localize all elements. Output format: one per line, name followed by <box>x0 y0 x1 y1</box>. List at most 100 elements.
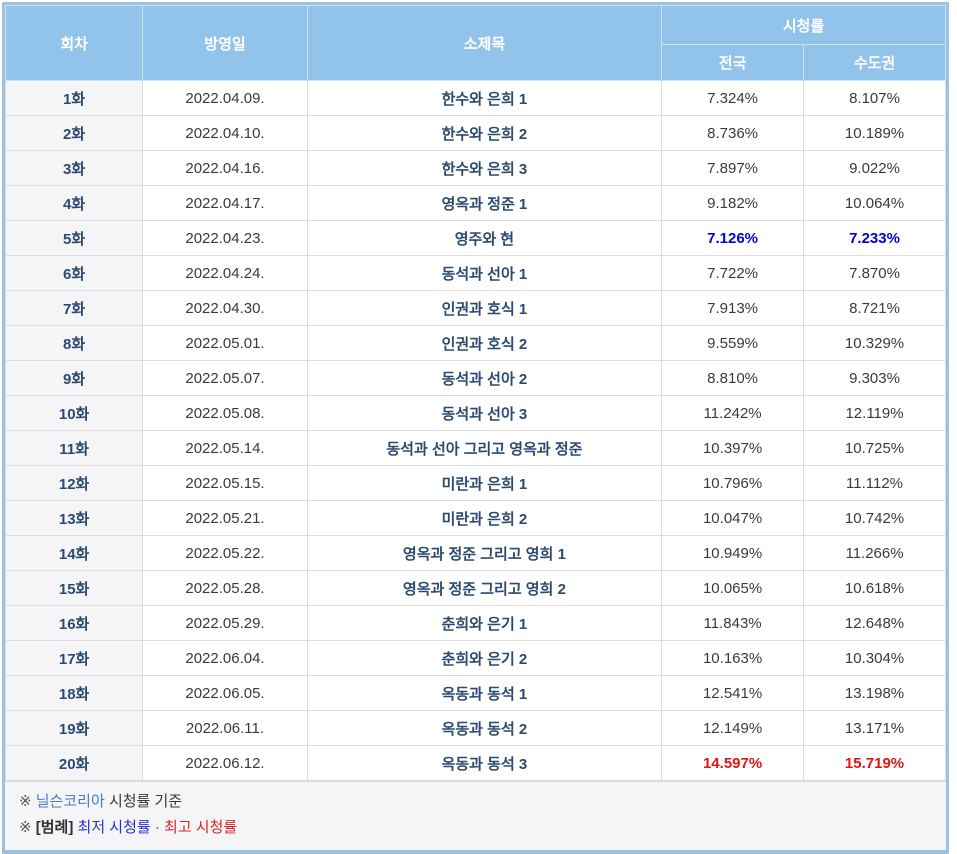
rating-capital-cell: 13.171% <box>804 711 946 746</box>
air-date-cell: 2022.05.08. <box>143 396 308 431</box>
episode-cell: 12화 <box>6 466 143 501</box>
ratings-table-container: 회차 방영일 소제목 시청률 전국 수도권 1화 2022.04.09. 한수와… <box>2 2 949 854</box>
rating-capital-cell: 10.189% <box>804 116 946 151</box>
episode-cell: 15화 <box>6 571 143 606</box>
episode-cell: 1화 <box>6 81 143 116</box>
subtitle-cell: 인권과 호식 2 <box>307 326 661 361</box>
rating-nationwide-cell: 10.047% <box>662 501 804 536</box>
episode-cell: 8화 <box>6 326 143 361</box>
footnote-source-line: ※ 닐슨코리아 시청률 기준 <box>19 789 932 815</box>
col-header-nationwide: 전국 <box>662 45 804 81</box>
episode-cell: 14화 <box>6 536 143 571</box>
page: 회차 방영일 소제목 시청률 전국 수도권 1화 2022.04.09. 한수와… <box>0 0 957 795</box>
rating-nationwide-cell: 14.597% <box>662 746 804 781</box>
table-row: 5화 2022.04.23. 영주와 현 7.126% 7.233% <box>6 221 946 256</box>
air-date-cell: 2022.06.11. <box>143 711 308 746</box>
rating-capital-cell: 9.303% <box>804 361 946 396</box>
rating-nationwide-cell: 7.722% <box>662 256 804 291</box>
rating-nationwide-cell: 11.843% <box>662 606 804 641</box>
subtitle-cell: 영옥과 정준 그리고 영희 1 <box>307 536 661 571</box>
rating-capital-cell: 8.107% <box>804 81 946 116</box>
subtitle-cell: 한수와 은희 3 <box>307 151 661 186</box>
table-row: 15화 2022.05.28. 영옥과 정준 그리고 영희 2 10.065% … <box>6 571 946 606</box>
subtitle-cell: 춘희와 은기 2 <box>307 641 661 676</box>
subtitle-cell: 옥동과 동석 3 <box>307 746 661 781</box>
episode-cell: 4화 <box>6 186 143 221</box>
legend-label: [범례] <box>36 819 74 836</box>
nielsen-korea-link[interactable]: 닐슨코리아 <box>36 793 105 810</box>
legend-min-rating: 최저 시청률 <box>78 819 151 836</box>
table-row: 7화 2022.04.30. 인권과 호식 1 7.913% 8.721% <box>6 291 946 326</box>
rating-nationwide-cell: 7.897% <box>662 151 804 186</box>
subtitle-cell: 동석과 선아 3 <box>307 396 661 431</box>
col-header-capital-area: 수도권 <box>804 45 946 81</box>
rating-nationwide-cell: 7.324% <box>662 81 804 116</box>
subtitle-cell: 영옥과 정준 1 <box>307 186 661 221</box>
episode-cell: 19화 <box>6 711 143 746</box>
air-date-cell: 2022.05.28. <box>143 571 308 606</box>
air-date-cell: 2022.04.23. <box>143 221 308 256</box>
rating-nationwide-cell: 10.949% <box>662 536 804 571</box>
rating-nationwide-cell: 7.126% <box>662 221 804 256</box>
subtitle-cell: 동석과 선아 1 <box>307 256 661 291</box>
rating-nationwide-cell: 10.065% <box>662 571 804 606</box>
rating-nationwide-cell: 8.736% <box>662 116 804 151</box>
subtitle-cell: 동석과 선아 그리고 영옥과 정준 <box>307 431 661 466</box>
footnotes: ※ 닐슨코리아 시청률 기준 ※ [범례] 최저 시청률 · 최고 시청률 <box>5 781 946 850</box>
rating-capital-cell: 9.022% <box>804 151 946 186</box>
subtitle-cell: 한수와 은희 1 <box>307 81 661 116</box>
col-header-subtitle: 소제목 <box>307 6 661 81</box>
episode-cell: 18화 <box>6 676 143 711</box>
rating-nationwide-cell: 8.810% <box>662 361 804 396</box>
rating-nationwide-cell: 9.182% <box>662 186 804 221</box>
rating-nationwide-cell: 9.559% <box>662 326 804 361</box>
table-row: 14화 2022.05.22. 영옥과 정준 그리고 영희 1 10.949% … <box>6 536 946 571</box>
subtitle-cell: 영옥과 정준 그리고 영희 2 <box>307 571 661 606</box>
rating-capital-cell: 10.742% <box>804 501 946 536</box>
air-date-cell: 2022.05.15. <box>143 466 308 501</box>
subtitle-cell: 미란과 은희 1 <box>307 466 661 501</box>
ratings-table: 회차 방영일 소제목 시청률 전국 수도권 1화 2022.04.09. 한수와… <box>5 5 946 781</box>
footnote-marker: ※ <box>19 819 32 836</box>
rating-capital-cell: 10.329% <box>804 326 946 361</box>
footnote-marker: ※ <box>19 793 32 810</box>
air-date-cell: 2022.05.01. <box>143 326 308 361</box>
table-row: 6화 2022.04.24. 동석과 선아 1 7.722% 7.870% <box>6 256 946 291</box>
col-header-episode: 회차 <box>6 6 143 81</box>
air-date-cell: 2022.04.24. <box>143 256 308 291</box>
episode-cell: 6화 <box>6 256 143 291</box>
legend-separator: · <box>155 819 160 836</box>
rating-capital-cell: 10.064% <box>804 186 946 221</box>
episode-cell: 10화 <box>6 396 143 431</box>
table-row: 11화 2022.05.14. 동석과 선아 그리고 영옥과 정준 10.397… <box>6 431 946 466</box>
air-date-cell: 2022.04.09. <box>143 81 308 116</box>
episode-cell: 11화 <box>6 431 143 466</box>
subtitle-cell: 동석과 선아 2 <box>307 361 661 396</box>
table-row: 3화 2022.04.16. 한수와 은희 3 7.897% 9.022% <box>6 151 946 186</box>
episode-cell: 5화 <box>6 221 143 256</box>
col-header-air-date: 방영일 <box>143 6 308 81</box>
subtitle-cell: 춘희와 은기 1 <box>307 606 661 641</box>
air-date-cell: 2022.05.29. <box>143 606 308 641</box>
table-row: 19화 2022.06.11. 옥동과 동석 2 12.149% 13.171% <box>6 711 946 746</box>
rating-capital-cell: 11.112% <box>804 466 946 501</box>
air-date-cell: 2022.06.12. <box>143 746 308 781</box>
table-row: 13화 2022.05.21. 미란과 은희 2 10.047% 10.742% <box>6 501 946 536</box>
table-row: 18화 2022.06.05. 옥동과 동석 1 12.541% 13.198% <box>6 676 946 711</box>
table-row: 12화 2022.05.15. 미란과 은희 1 10.796% 11.112% <box>6 466 946 501</box>
episode-cell: 2화 <box>6 116 143 151</box>
rating-nationwide-cell: 10.163% <box>662 641 804 676</box>
table-row: 10화 2022.05.08. 동석과 선아 3 11.242% 12.119% <box>6 396 946 431</box>
footnote-legend-line: ※ [범례] 최저 시청률 · 최고 시청률 <box>19 815 932 841</box>
rating-nationwide-cell: 10.397% <box>662 431 804 466</box>
air-date-cell: 2022.05.22. <box>143 536 308 571</box>
episode-cell: 20화 <box>6 746 143 781</box>
rating-capital-cell: 13.198% <box>804 676 946 711</box>
air-date-cell: 2022.04.16. <box>143 151 308 186</box>
air-date-cell: 2022.04.17. <box>143 186 308 221</box>
table-row: 8화 2022.05.01. 인권과 호식 2 9.559% 10.329% <box>6 326 946 361</box>
rating-capital-cell: 10.618% <box>804 571 946 606</box>
table-row: 17화 2022.06.04. 춘희와 은기 2 10.163% 10.304% <box>6 641 946 676</box>
rating-capital-cell: 11.266% <box>804 536 946 571</box>
table-row: 2화 2022.04.10. 한수와 은희 2 8.736% 10.189% <box>6 116 946 151</box>
